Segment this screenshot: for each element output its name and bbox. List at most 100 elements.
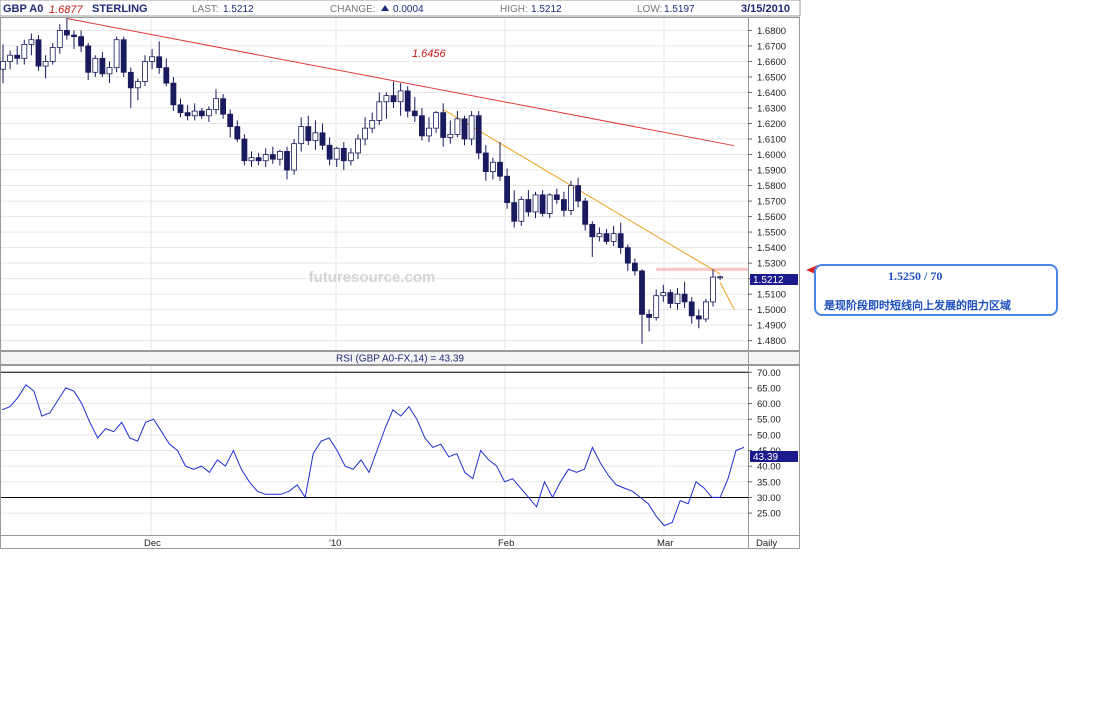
candle-down (284, 151, 290, 171)
candle-down (184, 112, 191, 117)
candle-down (220, 98, 227, 115)
price-tick-label: 1.6200 (757, 119, 786, 130)
candle-down (695, 315, 702, 320)
candle-up (92, 57, 99, 73)
rsi-tick-label: 35.00 (757, 477, 781, 488)
candle-down (305, 126, 312, 141)
candle-up (660, 292, 667, 297)
change-label: CHANGE: (330, 4, 376, 15)
candle-up (518, 199, 525, 222)
candle-down (14, 54, 21, 59)
price-tick-label: 1.5300 (757, 259, 786, 270)
price-tick-label: 1.6300 (757, 103, 786, 114)
candle-up (213, 98, 219, 110)
candle-up (568, 185, 574, 211)
candle-down (504, 175, 511, 204)
candle-down (411, 110, 418, 117)
symbol-label: GBP A0 (3, 3, 43, 15)
high-label: HIGH: (500, 4, 528, 15)
candle-up (532, 194, 539, 213)
price-tick-label: 1.6700 (757, 41, 786, 52)
candle-up (369, 119, 376, 129)
price-tick-label: 1.5600 (757, 212, 786, 223)
candle-up (653, 295, 660, 318)
price-tick-label: 1.6800 (757, 26, 786, 37)
candle-up (468, 115, 475, 140)
candle-up (49, 47, 56, 62)
price-tick-label: 1.4800 (757, 336, 786, 347)
x-tick-label: Mar (657, 538, 673, 549)
candle-up (205, 109, 212, 117)
candle-up (674, 293, 681, 304)
date-label: 3/15/2010 (741, 3, 790, 15)
candle-down (340, 147, 347, 162)
candle-down (404, 90, 411, 112)
resistance-callout: 1.5250 / 70 是现阶段即时短线向上发展的阻力区域 (814, 264, 1058, 316)
candle-up (312, 132, 319, 141)
change-value: 0.0004 (393, 4, 424, 15)
candle-up (113, 39, 120, 69)
candle-down (227, 113, 234, 127)
rsi-tick-label: 70.00 (757, 368, 781, 379)
rsi-tick-label: 55.00 (757, 415, 781, 426)
price-tick-label: 1.6100 (757, 135, 786, 146)
candle-down (688, 301, 695, 317)
candle-down (64, 30, 70, 36)
period-label: Daily (756, 538, 777, 549)
rsi-tick-label: 40.00 (757, 462, 781, 473)
candle-up (291, 143, 298, 171)
candle-down (85, 45, 92, 73)
candle-up (454, 118, 461, 135)
rsi-tick-label: 60.00 (757, 399, 781, 410)
candle-down (418, 115, 425, 137)
candle-down (440, 112, 447, 138)
peak-mark-label: 1.6456 (412, 48, 447, 60)
candle-up (426, 127, 432, 137)
candle-down (177, 104, 184, 114)
candle-up (42, 61, 49, 67)
candle-down (525, 199, 532, 213)
candle-down (639, 270, 645, 315)
price-tick-label: 1.5700 (757, 197, 786, 208)
candle-down (127, 71, 134, 89)
price-tick-label: 1.6500 (757, 72, 786, 83)
x-tick-label: Dec (144, 538, 161, 549)
candle-up (376, 101, 383, 121)
candle-down (624, 247, 631, 264)
candle-up (7, 54, 13, 62)
candle-up (433, 112, 440, 129)
candle-down (156, 56, 163, 69)
candle-up (276, 151, 283, 160)
price-tick-label: 1.5500 (757, 228, 786, 239)
candle-down (269, 154, 276, 160)
rsi-tick-label: 25.00 (757, 509, 781, 520)
candle-down (390, 95, 397, 103)
candle-up (0, 61, 6, 70)
candle-up (142, 61, 148, 83)
price-tick-label: 1.5100 (757, 290, 786, 301)
high-mark-label: 1.6877 (49, 4, 84, 16)
candle-down (539, 194, 546, 214)
candle-up (134, 81, 141, 89)
candle-down (99, 57, 106, 75)
candle-up (21, 43, 28, 59)
candle-down (319, 132, 326, 146)
candle-down (681, 293, 688, 303)
price-tick-label: 1.5000 (757, 305, 786, 316)
resistance-zone (656, 267, 748, 271)
candle-up (56, 30, 63, 48)
candle-down (241, 138, 248, 162)
candle-down (78, 36, 84, 47)
candle-up (489, 161, 496, 172)
candle-down (632, 262, 638, 272)
candle-up (28, 39, 35, 45)
low-value: 1.5197 (664, 4, 695, 15)
low-label: LOW: (637, 4, 662, 15)
candle-up (546, 194, 553, 214)
candle-down (198, 110, 205, 117)
rsi-tick-label: 65.00 (757, 383, 781, 394)
candle-down (646, 313, 652, 318)
candle-down (255, 157, 262, 162)
rsi-title: RSI (GBP A0-FX,14) = 43.39 (336, 354, 464, 365)
candle-down (482, 152, 489, 172)
